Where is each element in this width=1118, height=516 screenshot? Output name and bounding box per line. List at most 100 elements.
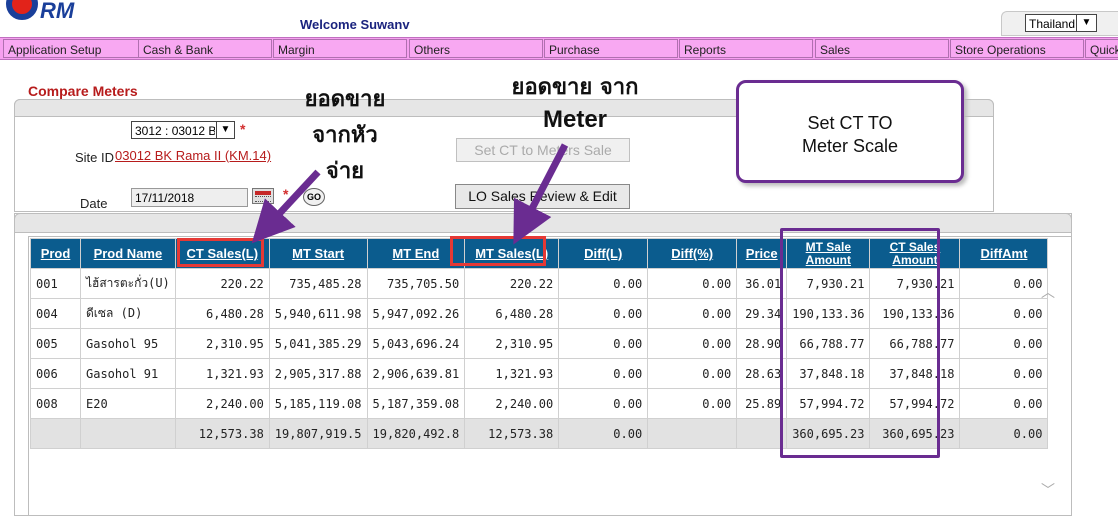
- meter-note-line: Meter: [542, 106, 608, 133]
- table-cell: 0.00: [959, 328, 1049, 359]
- logo-ring-icon: [6, 0, 38, 20]
- table-cell: 0.00: [959, 388, 1049, 419]
- table-cell: 2,240.00: [464, 388, 560, 419]
- table-cell: ดีเซล (D): [80, 298, 176, 329]
- table-cell: 0.00: [647, 358, 738, 389]
- ct-note-line: จ่าย: [325, 159, 365, 184]
- callout-line: Set CT TO: [807, 113, 893, 133]
- table-cell: 12,573.38: [464, 418, 560, 449]
- column-header[interactable]: DiffAmt: [959, 238, 1049, 269]
- set-ct-callout: Set CT TO Meter Scale: [736, 80, 964, 183]
- table-cell: 008: [30, 388, 81, 419]
- table-cell: 0.00: [558, 268, 649, 299]
- table-cell: 5,043,696.24: [366, 328, 466, 359]
- amount-columns-highlight-box: [780, 228, 940, 458]
- table-cell: 12,573.38: [174, 418, 270, 449]
- table-cell: 19,807,919.5: [268, 418, 368, 449]
- menu-item-application-setup[interactable]: Application Setup: [3, 39, 139, 58]
- column-header[interactable]: Diff(%): [647, 238, 738, 269]
- country-value: Thailand: [1029, 17, 1076, 31]
- table-cell: 0.00: [558, 328, 649, 359]
- page-title: Compare Meters: [28, 83, 138, 99]
- menu-item-margin[interactable]: Margin: [273, 39, 407, 58]
- table-cell: 0.00: [959, 358, 1049, 389]
- table-cell: 2,240.00: [174, 388, 270, 419]
- table-cell: E20: [80, 388, 176, 419]
- table-cell: ไฮ้สารตะกั่ว(U): [80, 268, 176, 299]
- meter-sales-annotation: ยอดขาย จาก Meter: [490, 70, 660, 134]
- lo-sales-review-button[interactable]: LO Sales Review & Edit: [455, 184, 630, 209]
- table-cell: 5,041,385.29: [268, 328, 368, 359]
- site-select[interactable]: 3012 : 03012 B ▼: [131, 121, 235, 139]
- table-cell: 6,480.28: [174, 298, 270, 329]
- column-header[interactable]: MT Start: [268, 238, 368, 269]
- required-mark: *: [283, 186, 289, 202]
- company-logo: RM: [0, 0, 100, 24]
- table-cell: 19,820,492.8: [366, 418, 466, 449]
- table-cell: 0.00: [647, 298, 738, 329]
- chevron-down-icon[interactable]: ▼: [1076, 15, 1096, 31]
- ct-note-line: จากหัว: [312, 123, 378, 148]
- set-ct-to-meters-sale-button[interactable]: Set CT to Meters Sale: [456, 138, 630, 162]
- table-cell: 5,940,611.98: [268, 298, 368, 329]
- table-cell: 1,321.93: [464, 358, 560, 389]
- scroll-up-icon[interactable]: ︿: [1041, 282, 1055, 302]
- menu-item-purchase[interactable]: Purchase: [544, 39, 678, 58]
- calendar-icon[interactable]: [252, 188, 274, 204]
- date-label: Date: [80, 196, 108, 211]
- date-field[interactable]: 17/11/2018: [131, 188, 248, 207]
- callout-line: Meter Scale: [801, 136, 899, 156]
- logo-text: RM: [40, 0, 75, 23]
- table-cell: 220.22: [174, 268, 270, 299]
- table-cell: 735,485.28: [268, 268, 368, 299]
- table-cell: 005: [30, 328, 81, 359]
- table-cell: 2,906,639.81: [366, 358, 466, 389]
- table-cell: Gasohol 91: [80, 358, 176, 389]
- table-cell: 0.00: [647, 268, 738, 299]
- table-cell: 0.00: [558, 298, 649, 329]
- table-cell: 1,321.93: [174, 358, 270, 389]
- table-cell: 2,310.95: [174, 328, 270, 359]
- table-cell: [647, 418, 738, 449]
- site-id-label: Site ID: [75, 150, 115, 165]
- menu-item-store-operations[interactable]: Store Operations: [950, 39, 1084, 58]
- ct-sales-highlight-box: [177, 238, 264, 267]
- required-mark: *: [240, 121, 246, 137]
- country-select[interactable]: Thailand ▼: [1025, 14, 1097, 32]
- welcome-text: Welcome Suwanv: [300, 17, 410, 32]
- menu-item-others[interactable]: Others: [409, 39, 543, 58]
- table-cell: 006: [30, 358, 81, 389]
- menu-item-reports[interactable]: Reports: [679, 39, 813, 58]
- go-button[interactable]: GO: [303, 188, 325, 206]
- column-header[interactable]: Prod Name: [80, 238, 176, 269]
- menu-item-sales[interactable]: Sales: [815, 39, 949, 58]
- table-cell: [80, 418, 176, 449]
- mt-sales-highlight-box: [450, 236, 546, 266]
- table-cell: 0.00: [647, 388, 738, 419]
- table-cell: 0.00: [959, 268, 1049, 299]
- table-cell: 0.00: [647, 328, 738, 359]
- site-link[interactable]: 03012 BK Rama II (KM.14): [115, 148, 271, 163]
- column-header[interactable]: Prod: [30, 238, 81, 269]
- table-cell: 735,705.50: [366, 268, 466, 299]
- menu-item-quick[interactable]: Quick: [1085, 39, 1118, 58]
- table-cell: 001: [30, 268, 81, 299]
- table-cell: 2,310.95: [464, 328, 560, 359]
- table-cell: 0.00: [558, 358, 649, 389]
- table-cell: 0.00: [558, 388, 649, 419]
- scroll-down-icon[interactable]: ﹀: [1041, 480, 1055, 500]
- menu-item-cash-bank[interactable]: Cash & Bank: [138, 39, 272, 58]
- column-header[interactable]: Diff(L): [558, 238, 649, 269]
- chevron-down-icon[interactable]: ▼: [216, 122, 234, 138]
- table-cell: 004: [30, 298, 81, 329]
- table-cell: 6,480.28: [464, 298, 560, 329]
- table-cell: 0.00: [558, 418, 649, 449]
- table-cell: 5,947,092.26: [366, 298, 466, 329]
- table-cell: 2,905,317.88: [268, 358, 368, 389]
- site-select-value: 3012 : 03012 B: [135, 124, 215, 138]
- table-cell: 5,187,359.08: [366, 388, 466, 419]
- table-cell: 5,185,119.08: [268, 388, 368, 419]
- table-cell: Gasohol 95: [80, 328, 176, 359]
- ct-note-line: ยอดขาย: [304, 87, 386, 112]
- ct-sales-annotation: ยอดขาย จากหัว จ่าย: [290, 82, 400, 190]
